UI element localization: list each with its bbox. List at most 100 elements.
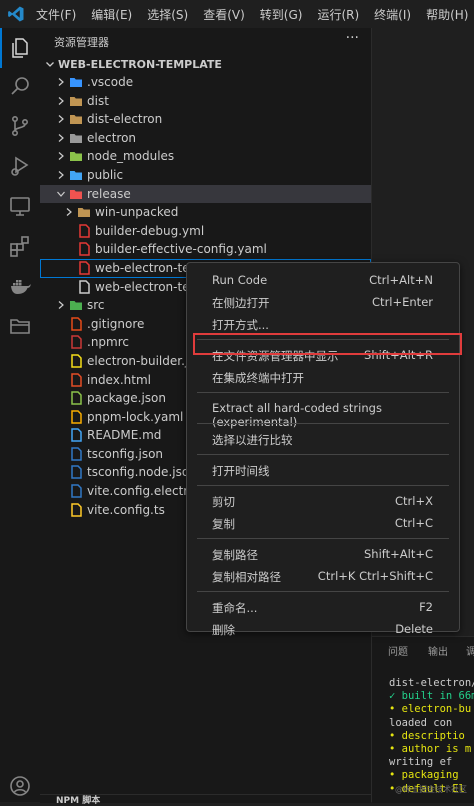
tab-problems[interactable]: 问题 [388, 643, 408, 658]
folder-name: dist [87, 93, 109, 108]
context-menu-item[interactable]: 删除 Delete [187, 618, 459, 640]
folder-name: public [87, 167, 124, 182]
file-icon [79, 279, 90, 294]
run-debug-icon[interactable] [8, 154, 32, 178]
sidebar-title: 资源管理器 [54, 36, 109, 49]
folder-manager-icon[interactable] [8, 314, 32, 338]
folder-item[interactable]: win-unpacked [40, 203, 371, 222]
context-menu-item[interactable]: 复制路径 Shift+Alt+C [187, 543, 459, 565]
file-icon [71, 428, 82, 443]
file-icon [71, 354, 82, 368]
menu-item[interactable]: 编辑(E) [91, 6, 132, 23]
account-icon[interactable] [8, 774, 32, 798]
menu-bar: 文件(F) 编辑(E) 选择(S) 查看(V) 转到(G) 运行(R) 终端(I) 帮助(H) [36, 0, 474, 28]
folder-icon [70, 133, 82, 143]
menu-item-label: 重命名... [212, 601, 258, 615]
docker-icon[interactable] [8, 274, 32, 298]
menu-item-shortcut: Ctrl+K Ctrl+Shift+C [317, 569, 433, 583]
folder-name: win-unpacked [95, 205, 179, 220]
menu-separator [197, 591, 449, 592]
folder-icon [70, 189, 82, 199]
folder-item[interactable]: node_modules [40, 147, 371, 166]
explorer-icon[interactable] [0, 28, 32, 68]
tab-debug-console[interactable]: 调 [466, 643, 474, 658]
extensions-icon[interactable] [8, 234, 32, 258]
folder-item[interactable]: dist-electron [40, 110, 371, 129]
menu-item-shortcut: Ctrl+X [395, 494, 433, 508]
file-item[interactable]: builder-debug.yml [40, 222, 371, 241]
context-menu-item[interactable]: 在侧边打开 Ctrl+Enter [187, 291, 459, 313]
context-menu-item[interactable]: 在集成终端中打开 [187, 366, 459, 388]
folder-item[interactable]: dist [40, 92, 371, 111]
menu-item[interactable]: 运行(R) [317, 6, 359, 23]
menu-separator [197, 392, 449, 393]
menu-item[interactable]: 转到(G) [260, 6, 303, 23]
file-icon [71, 502, 82, 517]
title-bar: 文件(F) 编辑(E) 选择(S) 查看(V) 转到(G) 运行(R) 终端(I) 帮助(H) [0, 0, 474, 29]
menu-item-label: 删除 [212, 623, 235, 637]
highlight-box [193, 333, 462, 355]
folder-item[interactable]: .vscode [40, 73, 371, 92]
folder-item[interactable]: release [40, 184, 371, 204]
menu-item-label: 剪切 [212, 495, 235, 509]
vscode-logo-icon [8, 6, 24, 22]
folder-item[interactable]: public [40, 166, 371, 185]
folder-name: src [87, 298, 105, 313]
context-menu-item[interactable]: 打开时间线 [187, 459, 459, 481]
menu-separator [197, 423, 449, 424]
menu-item[interactable]: 选择(S) [147, 6, 188, 23]
file-name: pnpm-lock.yaml [87, 409, 184, 424]
context-menu-item[interactable]: 复制 Ctrl+C [187, 512, 459, 534]
menu-item-shortcut: F2 [419, 600, 433, 614]
menu-item[interactable]: 文件(F) [36, 6, 76, 23]
context-menu-item[interactable]: 选择以进行比较 [187, 428, 459, 450]
menu-item-label: 打开时间线 [212, 464, 270, 478]
folder-icon [70, 115, 82, 125]
file-icon [79, 261, 90, 275]
file-name: tsconfig.json [87, 446, 164, 461]
context-menu-item[interactable]: 剪切 Ctrl+X [187, 490, 459, 512]
file-icon [71, 484, 82, 498]
source-control-icon[interactable] [8, 114, 32, 138]
file-name: index.html [87, 372, 151, 387]
menu-item-label: 在侧边打开 [212, 296, 270, 310]
menu-item-shortcut: Ctrl+C [394, 516, 433, 530]
file-icon [71, 465, 82, 480]
folder-item[interactable]: electron [40, 129, 371, 148]
context-menu-item[interactable]: Run Code Ctrl+Alt+N [187, 269, 459, 291]
menu-item[interactable]: 查看(V) [203, 6, 245, 23]
menu-separator [197, 485, 449, 486]
workspace-name: WEB-ELECTRON-TEMPLATE [58, 58, 222, 71]
menu-item-shortcut: Delete [395, 622, 433, 636]
terminal-line: • packaging [389, 769, 459, 782]
menu-item[interactable]: 终端(I) [374, 6, 411, 23]
terminal-line: • electron-bu [389, 703, 472, 716]
tab-output[interactable]: 输出 [428, 643, 448, 658]
chevron-right-icon [58, 171, 64, 179]
context-menu-item[interactable]: Extract all hard-coded strings (experime… [187, 397, 459, 429]
terminal-output: dist-electron/m✓ built in 66m• electron-… [389, 677, 474, 796]
context-menu-item[interactable]: 打开方式... [187, 313, 459, 335]
terminal-line: writing ef [389, 756, 453, 769]
file-icon [71, 335, 82, 350]
context-menu-item[interactable]: 复制相对路径 Ctrl+K Ctrl+Shift+C [187, 565, 459, 587]
chevron-right-icon [58, 96, 64, 105]
activity-bar [0, 28, 41, 802]
more-actions-button[interactable]: ··· [346, 30, 359, 46]
file-name: builder-effective-config.yaml [95, 242, 267, 257]
remote-explorer-icon[interactable] [8, 194, 32, 218]
folder-name: dist-electron [87, 112, 163, 127]
folder-name: .vscode [87, 75, 134, 89]
context-menu-item[interactable]: 重命名... F2 [187, 596, 459, 618]
menu-item-shortcut: Ctrl+Enter [372, 295, 433, 309]
menu-item-label: Run Code [212, 273, 268, 287]
menu-item[interactable]: 帮助(H) [426, 6, 468, 23]
search-icon[interactable] [8, 74, 32, 98]
context-menu: Run Code Ctrl+Alt+N 在侧边打开 Ctrl+Enter 打开方式...… [186, 262, 460, 637]
watermark: @稀土掘金技术社区 [395, 785, 467, 794]
file-item[interactable]: builder-effective-config.yaml [40, 240, 371, 259]
chevron-right-icon [58, 133, 64, 142]
file-icon [71, 447, 82, 461]
file-name: package.json [87, 391, 167, 406]
menu-item-shortcut: Ctrl+Alt+N [369, 273, 433, 287]
